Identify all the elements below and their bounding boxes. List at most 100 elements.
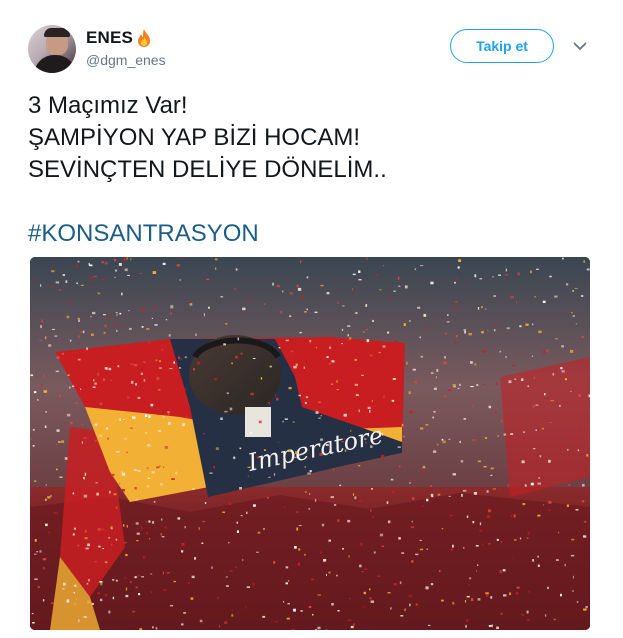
confetti-piece bbox=[168, 334, 171, 337]
confetti-piece bbox=[135, 383, 137, 386]
confetti-piece bbox=[366, 257, 368, 260]
confetti-piece bbox=[124, 577, 127, 579]
confetti-piece bbox=[54, 335, 58, 337]
confetti-piece bbox=[535, 429, 537, 431]
confetti-piece bbox=[106, 420, 110, 423]
tweet-photo[interactable]: Imperatore bbox=[30, 257, 590, 630]
confetti-piece bbox=[369, 588, 371, 591]
confetti-piece bbox=[66, 599, 70, 603]
confetti-piece bbox=[51, 270, 55, 273]
confetti-piece bbox=[393, 290, 396, 292]
confetti-piece bbox=[274, 621, 279, 623]
follow-button[interactable]: Takip et bbox=[450, 29, 554, 63]
confetti-piece bbox=[59, 394, 62, 398]
confetti-piece bbox=[493, 329, 496, 332]
confetti-piece bbox=[224, 621, 228, 624]
confetti-piece bbox=[306, 276, 309, 279]
confetti-piece bbox=[325, 444, 329, 446]
confetti-piece bbox=[548, 459, 551, 463]
confetti-piece bbox=[564, 563, 566, 567]
confetti-piece bbox=[34, 553, 37, 555]
confetti-piece bbox=[37, 586, 40, 588]
confetti-piece bbox=[494, 323, 497, 326]
confetti-piece bbox=[87, 543, 90, 547]
confetti-piece bbox=[320, 415, 322, 417]
confetti-piece bbox=[67, 301, 70, 304]
confetti-piece bbox=[464, 600, 467, 603]
confetti-piece bbox=[178, 356, 180, 359]
confetti-piece bbox=[554, 295, 558, 298]
confetti-piece bbox=[90, 333, 94, 336]
confetti-piece bbox=[127, 396, 130, 399]
more-options-button[interactable] bbox=[570, 36, 590, 56]
confetti-piece bbox=[189, 303, 193, 306]
confetti-piece bbox=[165, 319, 168, 321]
confetti-piece bbox=[34, 578, 38, 580]
confetti-piece bbox=[470, 386, 474, 388]
confetti-piece bbox=[242, 559, 244, 561]
confetti-piece bbox=[363, 591, 366, 595]
confetti-piece bbox=[289, 292, 293, 295]
confetti-piece bbox=[30, 374, 34, 377]
confetti-piece bbox=[48, 531, 50, 534]
confetti-piece bbox=[45, 484, 47, 486]
confetti-piece bbox=[363, 438, 367, 440]
hashtag-link[interactable]: #KONSANTRASYON bbox=[28, 220, 259, 247]
author-name-row[interactable]: ENES bbox=[86, 27, 153, 49]
author-display-name[interactable]: ENES bbox=[86, 28, 133, 48]
confetti-piece bbox=[358, 279, 362, 281]
confetti-piece bbox=[410, 526, 414, 529]
confetti-piece bbox=[559, 404, 561, 407]
confetti-piece bbox=[117, 365, 120, 368]
confetti-piece bbox=[181, 550, 184, 553]
confetti-piece bbox=[44, 425, 47, 428]
confetti-piece bbox=[577, 449, 580, 452]
confetti-piece bbox=[239, 487, 242, 490]
confetti-piece bbox=[116, 329, 118, 332]
confetti-piece bbox=[365, 304, 368, 307]
confetti-piece bbox=[103, 314, 106, 316]
confetti-piece bbox=[251, 297, 253, 301]
confetti-piece bbox=[430, 493, 434, 497]
confetti-piece bbox=[285, 582, 288, 585]
confetti-piece bbox=[255, 551, 259, 553]
confetti-piece bbox=[152, 626, 154, 629]
confetti-piece bbox=[203, 313, 205, 317]
confetti-piece bbox=[487, 509, 491, 513]
confetti-piece bbox=[572, 315, 575, 317]
confetti-piece bbox=[588, 394, 590, 398]
confetti-piece bbox=[524, 459, 526, 462]
confetti-piece bbox=[198, 527, 200, 530]
confetti-piece bbox=[32, 281, 35, 283]
confetti-piece bbox=[55, 281, 60, 284]
confetti-piece bbox=[546, 349, 549, 352]
confetti-piece bbox=[79, 331, 84, 333]
confetti-piece bbox=[404, 608, 406, 611]
confetti-piece bbox=[571, 538, 575, 541]
confetti-piece bbox=[194, 557, 197, 560]
confetti-piece bbox=[526, 537, 529, 539]
confetti-piece bbox=[263, 449, 266, 451]
confetti-piece bbox=[383, 395, 385, 399]
confetti-piece bbox=[312, 613, 314, 616]
confetti-piece bbox=[104, 261, 108, 265]
confetti-piece bbox=[472, 521, 475, 524]
confetti-piece bbox=[226, 392, 229, 395]
confetti-piece bbox=[225, 576, 228, 578]
confetti-piece bbox=[536, 268, 539, 270]
confetti-piece bbox=[503, 594, 507, 597]
confetti-piece bbox=[355, 312, 358, 314]
confetti-piece bbox=[224, 410, 228, 413]
confetti-piece bbox=[533, 376, 535, 379]
tweet-text-line-3: SEVİNÇTEN DELİYE DÖNELİM.. bbox=[28, 156, 387, 183]
confetti-piece bbox=[163, 466, 165, 468]
confetti-piece bbox=[140, 526, 143, 530]
confetti-piece bbox=[315, 346, 317, 349]
confetti-piece bbox=[477, 598, 481, 601]
confetti-piece bbox=[296, 284, 299, 288]
confetti-piece bbox=[491, 624, 493, 628]
avatar[interactable] bbox=[28, 25, 76, 73]
confetti-piece bbox=[433, 411, 436, 413]
author-handle[interactable]: @dgm_enes bbox=[86, 52, 166, 68]
confetti-piece bbox=[126, 451, 128, 453]
